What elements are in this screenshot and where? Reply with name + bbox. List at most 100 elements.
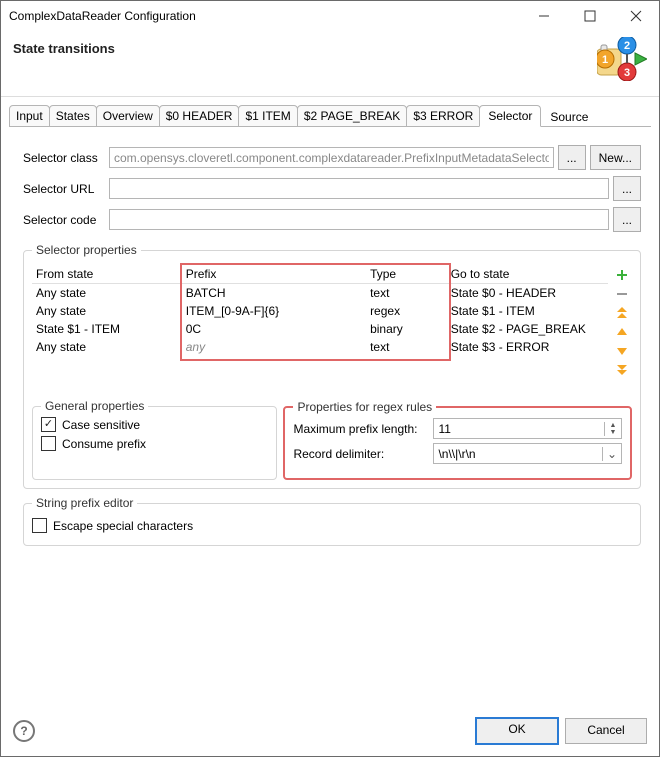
consume-prefix-checkbox[interactable] — [41, 436, 56, 451]
tab--0-header[interactable]: $0 HEADER — [159, 105, 240, 127]
table-cell: text — [366, 338, 447, 356]
tab-bar: InputStatesOverview$0 HEADER$1 ITEM$2 PA… — [9, 105, 651, 127]
selector-properties-group: Selector properties From statePrefixType… — [23, 250, 641, 489]
table-cell — [447, 356, 608, 373]
string-prefix-editor-group: String prefix editor Escape special char… — [23, 503, 641, 546]
move-down-button[interactable] — [614, 343, 630, 359]
record-delimiter-label: Record delimiter: — [293, 447, 427, 461]
selector-url-field[interactable] — [109, 178, 609, 199]
ok-button[interactable]: OK — [475, 717, 559, 745]
header: State transitions 1 2 3 — [1, 31, 659, 97]
tab-content: Selector class ... New... Selector URL .… — [1, 127, 659, 705]
selector-class-new-button[interactable]: New... — [590, 145, 641, 170]
table-cell — [182, 356, 366, 373]
max-prefix-length-spinner[interactable]: 11 ▲▼ — [433, 418, 622, 439]
tab--3-error[interactable]: $3 ERROR — [406, 105, 480, 127]
selector-code-browse-button[interactable]: ... — [613, 207, 641, 232]
move-top-button[interactable] — [614, 305, 630, 321]
remove-rule-button[interactable] — [614, 286, 630, 302]
selector-properties-legend: Selector properties — [32, 243, 141, 257]
selector-class-browse-button[interactable]: ... — [558, 145, 586, 170]
table-cell: BATCH — [182, 284, 366, 303]
table-cell: ITEM_[0-9A-F]{6} — [182, 302, 366, 320]
chevron-down-icon: ⌄ — [602, 447, 621, 461]
general-properties-group: General properties Case sensitive Consum… — [32, 406, 277, 480]
maximize-button[interactable] — [567, 1, 613, 31]
selector-class-field[interactable] — [109, 147, 554, 168]
table-cell: binary — [366, 320, 447, 338]
table-cell: State $1 - ITEM — [32, 320, 182, 338]
table-cell: any — [182, 338, 366, 356]
max-prefix-length-label: Maximum prefix length: — [293, 422, 427, 436]
table-cell: State $2 - PAGE_BREAK — [447, 320, 608, 338]
selector-url-label: Selector URL — [23, 182, 109, 196]
rules-table[interactable]: From statePrefixTypeGo to state Any stat… — [32, 265, 608, 390]
svg-text:3: 3 — [624, 67, 630, 79]
table-cell: 0C — [182, 320, 366, 338]
escape-special-chars-label: Escape special characters — [53, 519, 193, 533]
table-row[interactable]: Any stateBATCHtextState $0 - HEADER — [32, 284, 608, 303]
table-cell — [32, 356, 182, 373]
minimize-button[interactable] — [521, 1, 567, 31]
table-cell: State $3 - ERROR — [447, 338, 608, 356]
tab-input[interactable]: Input — [9, 105, 50, 127]
record-delimiter-combo[interactable]: \n\\|\r\n ⌄ — [433, 443, 622, 464]
table-cell: regex — [366, 302, 447, 320]
string-prefix-editor-legend: String prefix editor — [32, 496, 137, 510]
table-cell: Any state — [32, 284, 182, 303]
escape-special-chars-checkbox[interactable] — [32, 518, 47, 533]
consume-prefix-label: Consume prefix — [62, 437, 146, 451]
record-delimiter-value: \n\\|\r\n — [434, 447, 602, 461]
max-prefix-length-value: 11 — [434, 422, 604, 436]
help-button[interactable]: ? — [13, 720, 35, 742]
table-header: Type — [366, 265, 447, 284]
table-cell — [32, 373, 182, 390]
table-cell — [366, 356, 447, 373]
page-title: State transitions — [13, 37, 115, 56]
svg-text:2: 2 — [624, 40, 630, 52]
table-cell: State $1 - ITEM — [447, 302, 608, 320]
table-cell: Any state — [32, 338, 182, 356]
table-row[interactable]: State $1 - ITEM0CbinaryState $2 - PAGE_B… — [32, 320, 608, 338]
general-properties-legend: General properties — [41, 399, 148, 413]
table-header: Prefix — [182, 265, 366, 284]
titlebar: ComplexDataReader Configuration — [1, 1, 659, 31]
regex-properties-legend: Properties for regex rules — [293, 400, 436, 414]
add-rule-button[interactable] — [614, 267, 630, 283]
tab-states[interactable]: States — [49, 105, 97, 127]
selector-code-field[interactable] — [109, 209, 609, 230]
table-row[interactable]: Any stateITEM_[0-9A-F]{6}regexState $1 -… — [32, 302, 608, 320]
tab-source[interactable]: Source — [540, 107, 598, 127]
move-up-button[interactable] — [614, 324, 630, 340]
table-cell — [182, 373, 366, 390]
tab--2-page-break[interactable]: $2 PAGE_BREAK — [297, 105, 408, 127]
table-row[interactable] — [32, 373, 608, 390]
table-row[interactable] — [32, 356, 608, 373]
move-bottom-button[interactable] — [614, 362, 630, 378]
table-row[interactable]: Any stateanytextState $3 - ERROR — [32, 338, 608, 356]
selector-code-label: Selector code — [23, 213, 109, 227]
regex-properties-group: Properties for regex rules Maximum prefi… — [283, 406, 632, 480]
svg-text:1: 1 — [602, 54, 608, 66]
selector-url-browse-button[interactable]: ... — [613, 176, 641, 201]
window-title: ComplexDataReader Configuration — [9, 9, 521, 23]
spinner-down-icon[interactable]: ▼ — [605, 429, 621, 436]
case-sensitive-label: Case sensitive — [62, 418, 140, 432]
close-button[interactable] — [613, 1, 659, 31]
header-icon: 1 2 3 — [597, 37, 647, 84]
case-sensitive-checkbox[interactable] — [41, 417, 56, 432]
cancel-button[interactable]: Cancel — [565, 718, 647, 744]
tab-selector[interactable]: Selector — [479, 105, 541, 127]
spinner-up-icon[interactable]: ▲ — [605, 422, 621, 429]
table-cell: text — [366, 284, 447, 303]
table-cell — [447, 373, 608, 390]
table-header: From state — [32, 265, 182, 284]
table-cell: State $0 - HEADER — [447, 284, 608, 303]
tab-overview[interactable]: Overview — [96, 105, 160, 127]
table-header: Go to state — [447, 265, 608, 284]
footer: ? OK Cancel — [1, 705, 659, 756]
tab--1-item[interactable]: $1 ITEM — [238, 105, 297, 127]
table-side-toolbar — [608, 265, 632, 390]
table-cell — [366, 373, 447, 390]
dialog-window: ComplexDataReader Configuration State tr… — [0, 0, 660, 757]
